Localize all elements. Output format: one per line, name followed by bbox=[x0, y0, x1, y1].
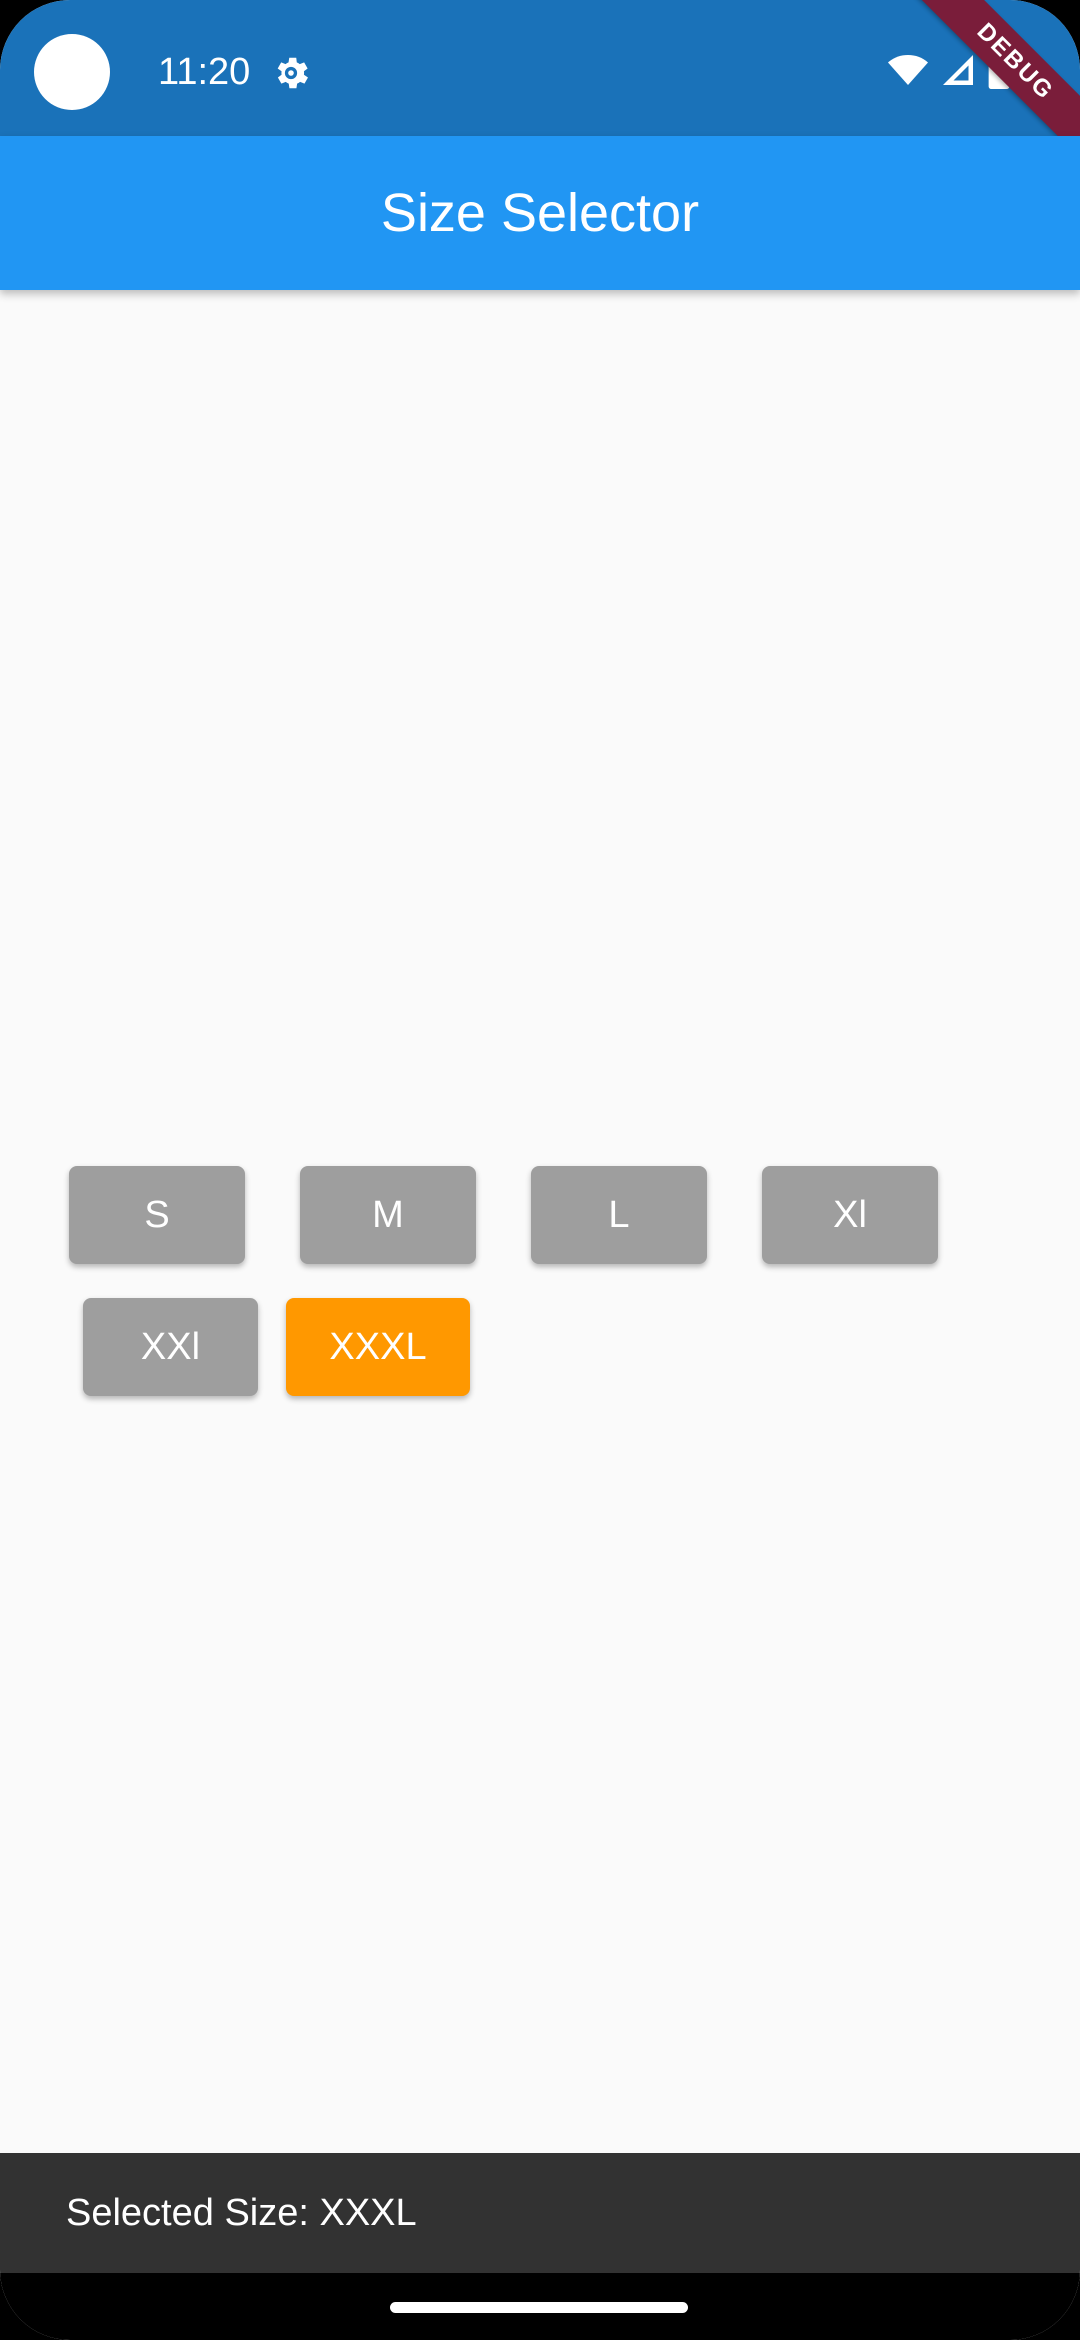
gear-icon bbox=[270, 52, 312, 94]
size-button-l[interactable]: L bbox=[531, 1166, 707, 1264]
phone-screen: 11:20 DEBUG Size Selector S M L Xl XXl X… bbox=[0, 0, 1080, 2340]
wifi-icon bbox=[888, 53, 928, 92]
size-button-m[interactable]: M bbox=[300, 1166, 476, 1264]
status-time: 11:20 bbox=[158, 51, 251, 93]
size-button-xxxl[interactable]: XXXL bbox=[286, 1298, 470, 1396]
size-button-s[interactable]: S bbox=[69, 1166, 245, 1264]
size-button-xxl[interactable]: XXl bbox=[83, 1298, 258, 1396]
camera-cutout bbox=[34, 34, 110, 110]
signal-icon bbox=[940, 52, 976, 93]
home-indicator[interactable] bbox=[390, 2302, 688, 2313]
snackbar: Selected Size: XXXL bbox=[0, 2153, 1080, 2273]
size-button-xl[interactable]: Xl bbox=[762, 1166, 938, 1264]
snackbar-message: Selected Size: XXXL bbox=[66, 2191, 417, 2234]
app-bar: Size Selector bbox=[0, 136, 1080, 290]
status-bar: 11:20 DEBUG bbox=[0, 0, 1080, 174]
page-title: Size Selector bbox=[380, 183, 700, 243]
